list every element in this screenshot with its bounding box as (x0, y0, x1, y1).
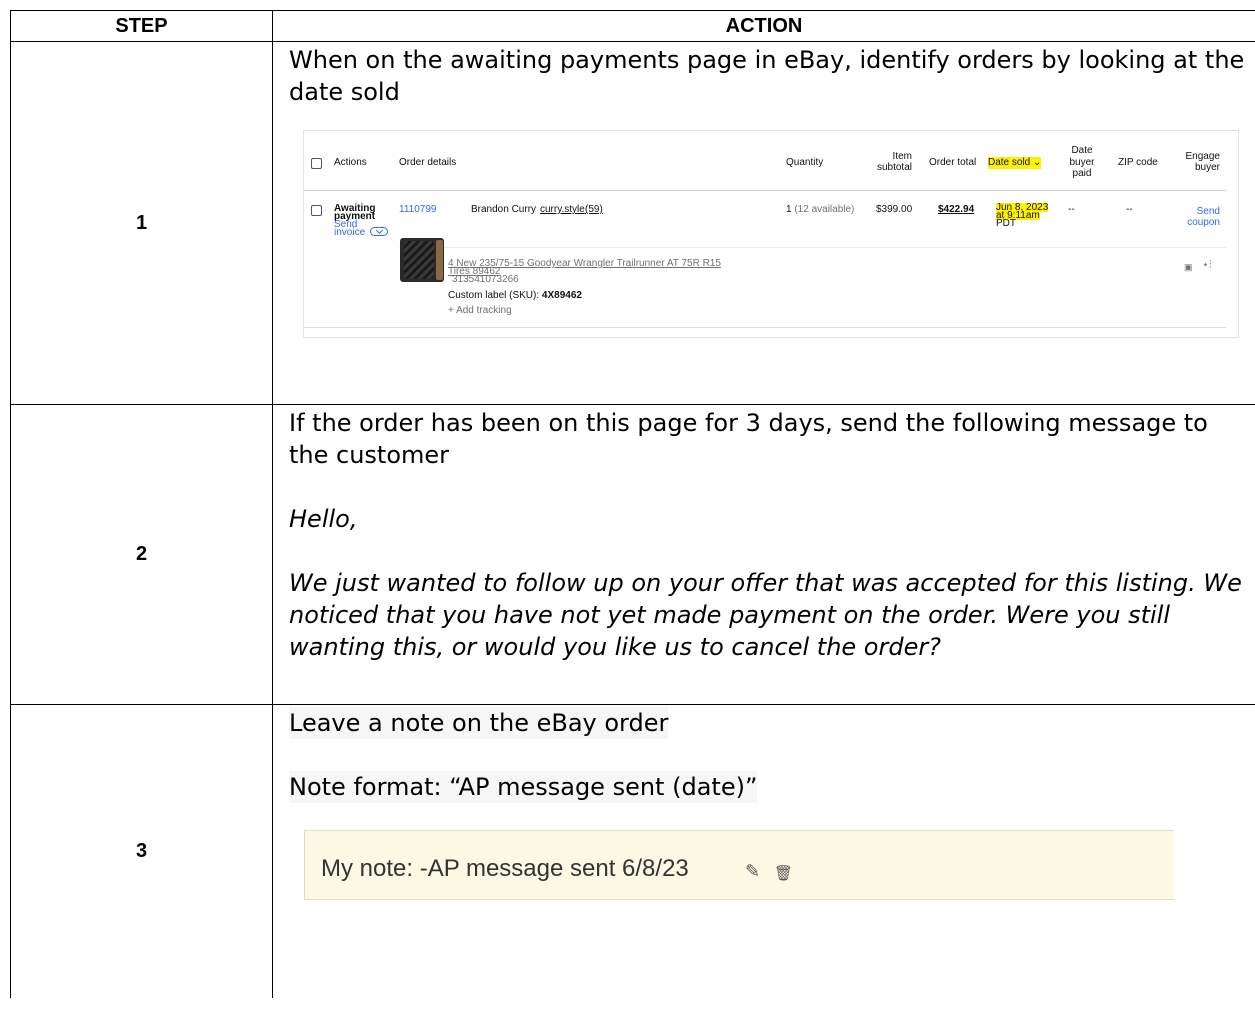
item-id: 313541073266 (452, 274, 519, 285)
col-subtotal: subtotal (876, 162, 912, 173)
step-action-1: When on the awaiting payments page in eB… (272, 41, 1255, 405)
date-sold-tz: PDT (996, 218, 1016, 229)
step-2-text: If the order has been on this page for 3… (289, 409, 1208, 469)
sort-chevron-icon: ⌄ (1033, 157, 1042, 168)
col-date-sold[interactable]: Date sold ⌄ (988, 157, 1042, 169)
col-order-total: Order total (929, 157, 977, 168)
ebay-awaiting-payment-screenshot: Actions Order details Quantity Item subt… (303, 130, 1239, 338)
step-1-text: When on the awaiting payments page in eB… (289, 46, 1245, 106)
select-all-checkbox[interactable] (311, 158, 322, 169)
trash-icon[interactable]: 🗑 (774, 858, 793, 890)
ebay-note-screenshot: My note: -AP message sent 6/8/23 ✎ 🗑 (304, 830, 1174, 900)
buyer-name: Brandon Curry (471, 204, 537, 215)
add-tracking-link[interactable]: + Add tracking (448, 305, 512, 317)
zip-value: -- (1126, 204, 1133, 215)
instruction-table: STEP ACTION 1 When on the awaiting payme… (10, 10, 1255, 998)
col-zip: ZIP code (1118, 157, 1158, 168)
order-checkbox[interactable] (311, 205, 322, 216)
sku-label: Custom label (SKU): (448, 290, 540, 301)
header-step: STEP (10, 10, 273, 42)
col-date: Date (1071, 145, 1093, 156)
step-number-3: 3 (10, 704, 273, 998)
step-action-2: If the order has been on this page for 3… (272, 404, 1255, 705)
header-action: ACTION (272, 10, 1255, 42)
pencil-icon[interactable]: ✎ (745, 855, 760, 887)
item-subtotal-value: $399.00 (876, 204, 913, 215)
order-number-link[interactable]: 1110799 (399, 204, 436, 216)
col-engage-buyer: buyer (1194, 162, 1220, 173)
step-action-3: Leave a note on the eBay order Note form… (272, 704, 1255, 998)
available-count: (12 available) (794, 204, 855, 215)
send-invoice-link-2[interactable]: invoice (334, 228, 365, 238)
col-quantity: Quantity (786, 157, 824, 168)
col-order-details: Order details (399, 157, 457, 168)
sku-value: 4X89462 (541, 290, 582, 301)
step-3-text: Leave a note on the eBay order (289, 707, 669, 739)
message-greeting: Hello, (289, 505, 358, 533)
step-number-1: 1 (10, 41, 273, 405)
quantity-value: 1 (786, 204, 792, 215)
buyer-username-link[interactable]: curry.style (540, 204, 585, 216)
date-paid-value: -- (1068, 204, 1075, 215)
send-coupon-link-2[interactable]: coupon (1174, 217, 1220, 229)
col-actions: Actions (334, 157, 367, 168)
order-total-value[interactable]: $422.94 (938, 204, 974, 216)
step-number-2: 2 (10, 404, 273, 705)
tire-thumbnail-image[interactable] (400, 238, 444, 282)
buyer-feedback-link[interactable]: (59) (585, 204, 603, 216)
message-body: We just wanted to follow up on your offe… (289, 569, 1242, 661)
date-sold-label: Date sold (988, 157, 1031, 168)
row-divider (399, 247, 1226, 248)
pin-icon[interactable]: ⋆⫶ (1202, 259, 1212, 271)
camera-icon[interactable]: ▣ (1184, 261, 1193, 273)
note-format: Note format: “AP message sent (date)” (289, 771, 758, 803)
note-text: My note: -AP message sent 6/8/23 (321, 855, 689, 882)
chevron-down-icon[interactable] (370, 227, 388, 236)
col-paid: paid (1072, 168, 1092, 179)
header-divider (304, 190, 1226, 191)
order-bottom-divider (304, 327, 1226, 328)
